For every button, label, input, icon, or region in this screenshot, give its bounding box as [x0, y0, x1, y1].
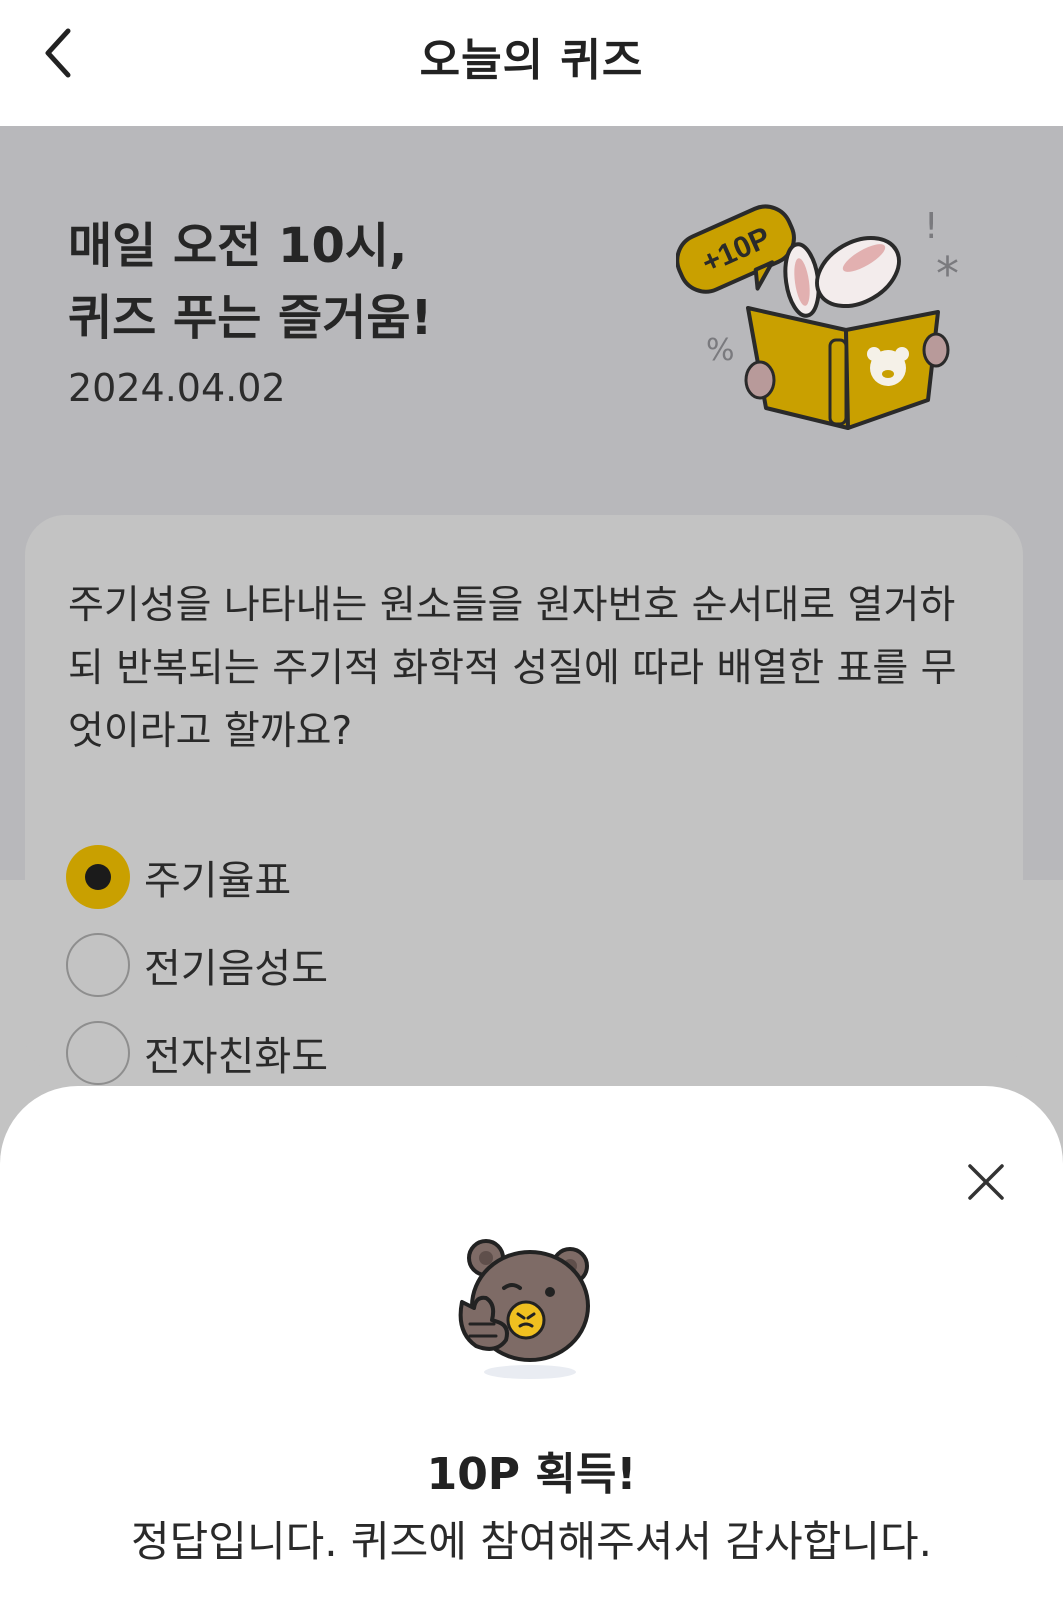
option-label: 전기음성도: [144, 946, 328, 992]
percent-mark: %: [706, 333, 735, 368]
quiz-hero: 매일 오전 10시, 퀴즈 푸는 즐거움! 2024.04.02: [68, 210, 432, 410]
quiz-question: 주기성을 나타내는 원소들을 원자번호 순서대로 열거하되 반복되는 주기적 화…: [68, 583, 957, 754]
quiz-option[interactable]: 주기율표: [66, 845, 291, 909]
reading-rabbit-illustration: +10P ! * %: [676, 204, 959, 430]
reward-message: 정답입니다. 퀴즈에 참여해주셔서 감사합니다.: [131, 1517, 932, 1566]
radio-button-selected[interactable]: [66, 845, 130, 909]
radio-button[interactable]: [66, 1021, 130, 1085]
quiz-date: 2024.04.02: [68, 366, 286, 410]
quiz-option[interactable]: 전기음성도: [66, 933, 328, 997]
option-label: 주기율표: [144, 858, 292, 904]
asterisk-mark: *: [936, 247, 959, 301]
top-app-bar: 오늘의 퀴즈: [0, 0, 1063, 126]
close-icon: [968, 1164, 1004, 1200]
hero-headline-line1: 매일 오전 10시,: [68, 218, 408, 274]
option-label: 전자친화도: [144, 1034, 328, 1080]
hero-headline-line2: 퀴즈 푸는 즐거움!: [68, 290, 433, 346]
radio-button[interactable]: [66, 933, 130, 997]
exclaim-mark: !: [924, 206, 938, 247]
thumbs-up-bear-icon: [458, 1239, 590, 1379]
reward-title: 10P 획득!: [426, 1449, 637, 1500]
quiz-option[interactable]: 전자친화도: [66, 1021, 328, 1085]
close-button[interactable]: [958, 1154, 1014, 1210]
page-title: 오늘의 퀴즈: [419, 35, 644, 86]
